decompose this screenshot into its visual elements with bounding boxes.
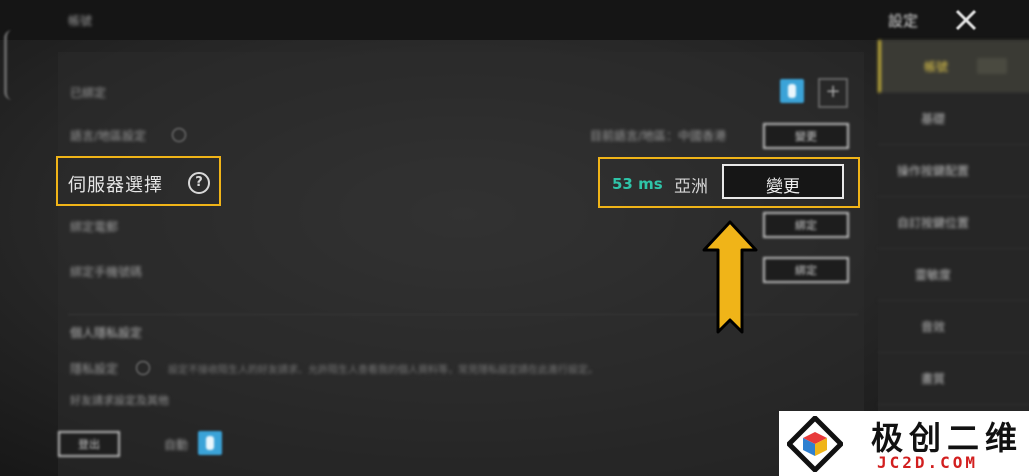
close-icon[interactable] [952,6,980,34]
region-setting-label: 語言/地區設定 [70,129,147,143]
ping-value: 53 ms [612,175,663,193]
auto-toggle[interactable] [198,431,222,455]
bind-email-button[interactable]: 綁定 [763,212,849,238]
add-bind-button[interactable]: + [818,78,848,108]
privacy-label: 隱私設定 [70,362,119,376]
bind-label: 已綁定 [70,86,107,100]
server-select-label: 伺服器選擇 [68,175,163,196]
button-label: 登出 [78,438,100,451]
other-setting-label: 好友請求設定及其他 [70,394,169,407]
button-label: 綁定 [795,219,817,232]
cube-logo-icon [787,416,843,472]
sidebar-item-sensitivity[interactable]: 靈敏度 [878,248,1029,301]
sidebar-item-graphics[interactable]: 畫質 [878,352,1029,405]
server-region-name: 亞洲 [674,177,708,197]
sidebar-badge [977,58,1007,74]
sidebar-item-custom-layout[interactable]: 自訂按鍵位置 [878,196,1029,249]
sidebar-item-label: 音效 [920,320,945,334]
server-region-highlight: 53 ms 亞洲 變更 [598,157,860,208]
sidebar-item-label: 畫質 [920,372,945,386]
button-label: 變更 [766,177,800,197]
privacy-section-title: 個人隱私設定 [70,326,143,340]
button-label: 變更 [795,130,817,143]
watermark: 极创二维 JC2D.COM [779,411,1029,476]
region-setting-value: 目前語言/地區：中國香港 [590,129,727,143]
email-label: 綁定電郵 [70,220,119,234]
privacy-description: 設定不接收陌生人的好友請求、允許陌生人查看我的個人資料等，常見隱私設定請在此進行… [168,365,598,376]
watermark-url: JC2D.COM [877,453,979,472]
settings-title: 設定 [888,12,919,30]
sidebar-item-label: 自訂按鍵位置 [896,216,969,230]
left-edge-handle [4,30,17,100]
mobile-label: 綁定手機號碼 [70,265,143,279]
help-icon[interactable] [136,361,150,375]
top-bar: 帳號 設定 [0,0,1029,40]
sidebar-item-label: 基礎 [920,112,945,126]
sidebar-item-account[interactable]: 帳號 [878,40,1029,93]
up-arrow-icon [702,220,758,334]
region-setting-change-button[interactable]: 變更 [763,123,849,149]
sidebar-item-audio[interactable]: 音效 [878,300,1029,353]
sidebar-item-basic[interactable]: 基礎 [878,92,1029,145]
server-select-highlight: 伺服器選擇 ? [56,156,221,206]
sidebar-item-label: 操作按鍵配置 [896,164,969,178]
sidebar-item-label: 靈敏度 [914,268,951,282]
bind-mobile-button[interactable]: 綁定 [763,257,849,283]
logout-button[interactable]: 登出 [58,431,120,457]
window-title: 帳號 [68,14,93,28]
auto-label: 自動 [164,438,189,452]
plus-icon: + [825,81,841,102]
question-icon[interactable]: ? [188,172,210,194]
button-label: 綁定 [795,264,817,277]
server-change-button[interactable]: 變更 [722,164,844,199]
help-icon[interactable] [172,128,186,142]
sidebar-item-label: 帳號 [923,60,948,74]
bind-toggle[interactable] [780,79,804,103]
sidebar-item-controls[interactable]: 操作按鍵配置 [878,144,1029,197]
